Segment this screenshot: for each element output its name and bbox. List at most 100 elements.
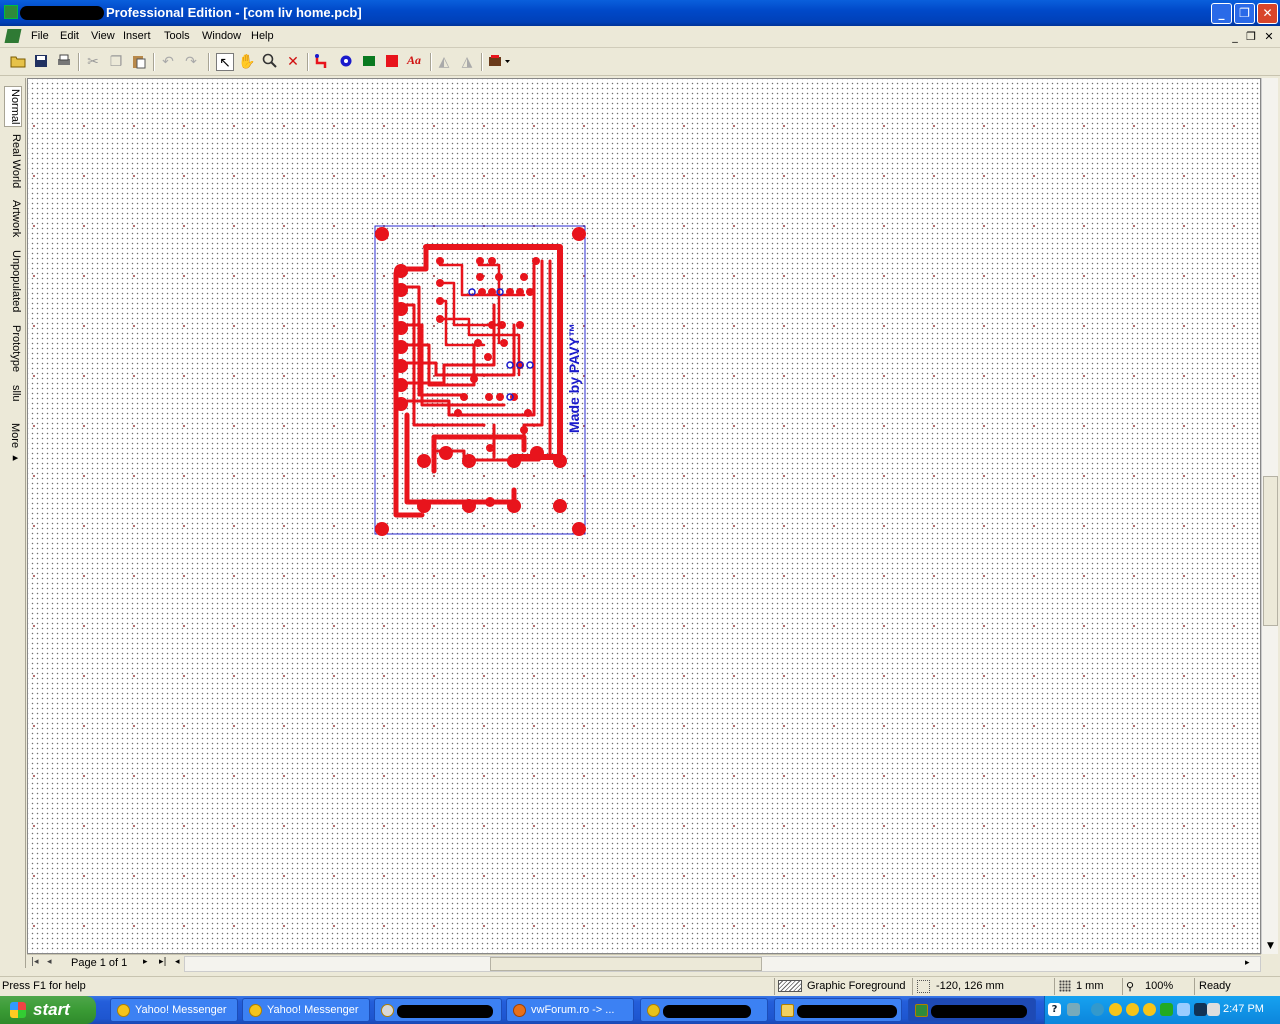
status-divider xyxy=(912,978,913,995)
task-redacted-2[interactable] xyxy=(640,998,768,1022)
redacted-label xyxy=(663,1005,751,1018)
task-redacted-3[interactable] xyxy=(774,998,902,1022)
app-icon[interactable] xyxy=(4,5,18,19)
monitor-icon[interactable] xyxy=(1177,1003,1190,1016)
system-tray: ? 2:47 PM xyxy=(1044,996,1280,1024)
za-icon[interactable] xyxy=(1194,1003,1207,1016)
zoom-icon[interactable] xyxy=(261,53,279,71)
status-divider xyxy=(1054,978,1055,995)
status-divider xyxy=(1122,978,1123,995)
horizontal-scrollbar[interactable]: ▸ xyxy=(184,956,1261,972)
toolbar-separator xyxy=(153,53,155,71)
prev-page-button[interactable]: ◂ xyxy=(47,957,52,967)
start-button[interactable]: start xyxy=(0,996,96,1024)
pointer-icon[interactable]: ↖ xyxy=(216,53,234,71)
pcb-canvas[interactable]: Made by PAVY™ xyxy=(27,78,1261,954)
firefox-icon xyxy=(513,1004,526,1017)
text-icon[interactable]: Aa xyxy=(405,53,423,71)
tab-sllu[interactable]: sllu xyxy=(4,385,22,402)
save-icon[interactable] xyxy=(32,53,50,71)
menu-help[interactable]: Help xyxy=(251,30,274,42)
start-label: start xyxy=(33,1000,70,1019)
task-vwforum[interactable]: vwForum.ro -> ... xyxy=(506,998,634,1022)
pen-icon[interactable] xyxy=(1207,1003,1220,1016)
pcb-board[interactable]: Made by PAVY™ xyxy=(374,225,590,539)
horizontal-scroll-thumb[interactable] xyxy=(490,957,762,971)
task-redacted-1[interactable] xyxy=(374,998,502,1022)
help-icon[interactable]: ? xyxy=(1048,1003,1061,1016)
green-app-icon[interactable] xyxy=(1160,1003,1173,1016)
toolbar-separator xyxy=(481,53,483,71)
tab-more[interactable]: More ▸ xyxy=(4,423,22,464)
yahoo-smiley-icon[interactable] xyxy=(1143,1003,1156,1016)
delete-icon[interactable]: ✕ xyxy=(284,53,302,71)
menu-bar: File Edit View Insert Tools Window Help … xyxy=(0,26,1280,48)
task-yahoo-messenger-2[interactable]: Yahoo! Messenger xyxy=(242,998,370,1022)
status-layer[interactable]: Graphic Foreground xyxy=(807,980,905,992)
task-redacted-4[interactable] xyxy=(908,998,1036,1022)
menu-view[interactable]: View xyxy=(91,30,115,42)
area-icon[interactable] xyxy=(383,53,401,71)
tab-normal[interactable]: Normal xyxy=(4,86,22,128)
close-button[interactable]: ✕ xyxy=(1257,3,1278,24)
menu-edit[interactable]: Edit xyxy=(60,30,79,42)
mdi-restore-button[interactable]: ❐ xyxy=(1244,30,1258,44)
redacted-label xyxy=(797,1005,897,1018)
component-icon[interactable] xyxy=(486,53,512,71)
mirror-right-icon[interactable]: ◮ xyxy=(458,53,476,71)
next-page-button[interactable]: ▸ xyxy=(143,957,148,967)
pcb-app-icon xyxy=(915,1004,928,1017)
print-icon[interactable] xyxy=(55,53,73,71)
yahoo-smiley-icon[interactable] xyxy=(1126,1003,1139,1016)
paste-icon[interactable] xyxy=(130,53,148,71)
menu-window[interactable]: Window xyxy=(202,30,241,42)
silkscreen-text: Made by PAVY™ xyxy=(566,323,582,433)
clock[interactable]: 2:47 PM xyxy=(1223,1003,1264,1015)
task-yahoo-messenger-1[interactable]: Yahoo! Messenger xyxy=(110,998,238,1022)
mirror-left-icon[interactable]: ◭ xyxy=(435,53,453,71)
redo-icon[interactable]: ↷ xyxy=(182,53,200,71)
undo-icon[interactable]: ↶ xyxy=(159,53,177,71)
last-page-button[interactable]: ▸| xyxy=(159,957,167,967)
coords-icon xyxy=(917,980,930,993)
toolbar-separator xyxy=(208,53,210,71)
minimize-button[interactable]: _ xyxy=(1211,3,1232,24)
status-zoom[interactable]: 100% xyxy=(1145,980,1173,992)
maximize-button[interactable]: ❐ xyxy=(1234,3,1255,24)
track-icon[interactable] xyxy=(313,53,331,71)
vertical-scroll-thumb[interactable] xyxy=(1263,476,1278,626)
mdi-minimize-button[interactable]: _ xyxy=(1228,30,1242,44)
window-title: Professional Edition - [com liv home.pcb… xyxy=(106,5,362,20)
tab-unpopulated[interactable]: Unpopulated xyxy=(4,250,22,312)
scroll-right-button[interactable]: ▸ xyxy=(1245,958,1250,968)
pad-icon[interactable] xyxy=(360,53,378,71)
cut-icon[interactable]: ✂ xyxy=(84,53,102,71)
status-bar: Press F1 for help Graphic Foreground -12… xyxy=(0,976,1280,996)
first-page-button[interactable]: |◂ xyxy=(31,957,39,967)
tab-artwork[interactable]: Artwork xyxy=(4,200,22,237)
title-bar[interactable]: Professional Edition - [com liv home.pcb… xyxy=(0,0,1280,26)
copy-icon[interactable]: ❐ xyxy=(107,53,125,71)
menu-file[interactable]: File xyxy=(31,30,49,42)
status-grid[interactable]: 1 mm xyxy=(1076,980,1104,992)
page-label: Page 1 of 1 xyxy=(71,957,128,969)
toolbar-separator xyxy=(307,53,309,71)
open-icon[interactable] xyxy=(9,53,27,71)
menu-insert[interactable]: Insert xyxy=(123,30,151,42)
pan-hand-icon[interactable]: ✋ xyxy=(238,53,256,71)
mdi-close-button[interactable]: ✕ xyxy=(1262,30,1276,44)
vertical-scrollbar[interactable]: ▼ xyxy=(1261,78,1278,954)
page-navigation: |◂ ◂ Page 1 of 1 ▸ ▸| ◂ ▸ xyxy=(27,954,1261,972)
scroll-left-button[interactable]: ◂ xyxy=(175,957,180,967)
menu-tools[interactable]: Tools xyxy=(164,30,190,42)
network-icon[interactable] xyxy=(1067,1003,1080,1016)
scroll-down-button[interactable]: ▼ xyxy=(1263,938,1278,954)
tab-real-world[interactable]: Real World xyxy=(4,134,22,188)
via-icon[interactable] xyxy=(337,53,355,71)
tab-prototype[interactable]: Prototype xyxy=(4,325,22,372)
folder-icon xyxy=(781,1004,794,1017)
yahoo-smiley-icon[interactable] xyxy=(1109,1003,1122,1016)
document-icon[interactable] xyxy=(4,29,22,43)
redacted-app-name xyxy=(20,6,104,20)
back-arrow-icon[interactable] xyxy=(1091,1003,1104,1016)
